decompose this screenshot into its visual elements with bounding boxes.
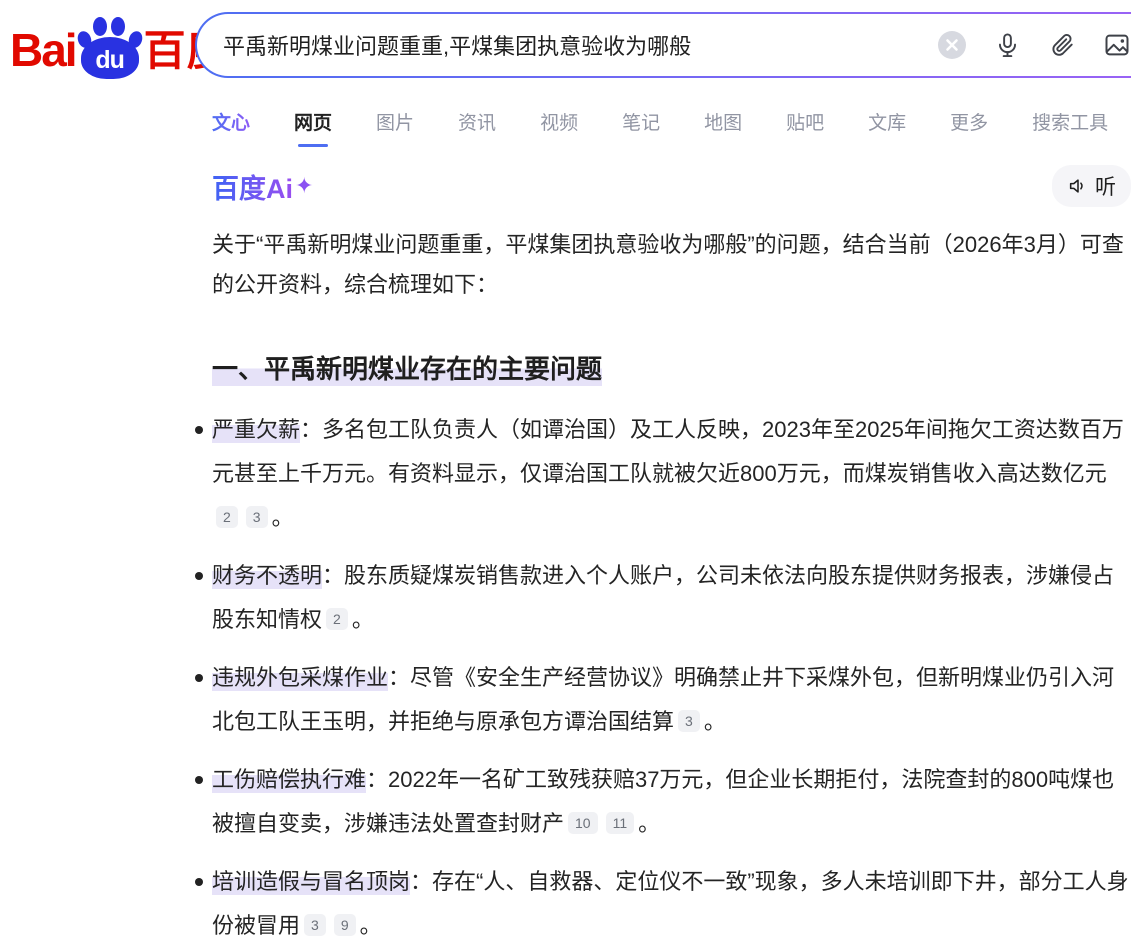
search-tab[interactable]: 网页: [294, 100, 332, 149]
clear-search-icon[interactable]: [937, 30, 967, 60]
attachment-icon[interactable]: [1047, 30, 1077, 60]
search-tab[interactable]: 贴吧: [786, 100, 824, 149]
search-tab[interactable]: 地图: [704, 100, 742, 149]
citation-badge[interactable]: 3: [304, 914, 326, 936]
issue-suffix: 。: [360, 913, 382, 938]
search-tab[interactable]: 资讯: [458, 100, 496, 149]
citation-badge[interactable]: 2: [326, 608, 348, 630]
search-tab[interactable]: 搜索工具: [1032, 100, 1108, 149]
issue-suffix: 。: [352, 607, 374, 632]
issue-list-item: 违规外包采煤作业：尽管《安全生产经营协议》明确禁止井下采煤外包，但新明煤业仍引入…: [212, 656, 1131, 744]
paw-pad-icon: du: [81, 37, 139, 79]
issue-text: ：多名包工队负责人（如谭治国）及工人反映，2023年至2025年间拖欠工资达数百…: [212, 417, 1124, 486]
answer-intro: 关于“平禹新明煤业问题重重，平煤集团执意验收为哪般”的问题，结合当前（2026年…: [212, 225, 1131, 305]
baidu-paw-icon: du: [77, 16, 143, 80]
citation-badge[interactable]: 3: [246, 506, 268, 528]
issue-list-item: 培训造假与冒名顶岗：存在“人、自救器、定位仪不一致”现象，多人未培训即下井，部分…: [212, 860, 1131, 948]
search-input[interactable]: [197, 32, 717, 58]
search-tabs: 文心网页图片资讯视频笔记地图贴吧文库更多搜索工具: [212, 100, 1131, 149]
issue-list: 严重欠薪：多名包工队负责人（如谭治国）及工人反映，2023年至2025年间拖欠工…: [212, 408, 1131, 948]
listen-label: 听: [1095, 171, 1116, 201]
issue-keyword: 财务不透明: [212, 563, 322, 589]
search-tab[interactable]: 笔记: [622, 100, 660, 149]
citation-badge[interactable]: 9: [334, 914, 356, 936]
search-box: [195, 12, 1131, 78]
search-tab[interactable]: 图片: [376, 100, 414, 149]
issue-suffix: 。: [704, 709, 726, 734]
ai-answer-header: 百度Ai ✦ 听: [212, 165, 1131, 207]
citation-group: 2: [322, 607, 352, 632]
issue-list-item: 工伤赔偿执行难：2022年一名矿工致残获赔37万元，但企业长期拒付，法院查封的8…: [212, 758, 1131, 846]
search-box-inner: [197, 14, 1131, 76]
listen-button[interactable]: 听: [1052, 165, 1131, 207]
logo-text-bai: Bai: [10, 20, 76, 80]
issue-keyword: 违规外包采煤作业: [212, 665, 388, 691]
ai-answer-panel: 百度Ai ✦ 听 关于“平禹新明煤业问题重重，平煤集团执意验收为哪般”的问题，结…: [0, 165, 1131, 948]
citation-group: 3: [674, 709, 704, 734]
paw-toe-icon: [111, 17, 125, 36]
section-title-text: 一、平禹新明煤业存在的主要问题: [212, 354, 602, 386]
citation-badge[interactable]: 11: [606, 812, 635, 834]
page-header: Bai du 百度: [0, 0, 1131, 94]
speaker-icon: [1067, 175, 1089, 197]
logo-text-du: du: [95, 42, 124, 75]
citation-badge[interactable]: 3: [678, 710, 700, 732]
voice-search-icon[interactable]: [992, 30, 1022, 60]
issue-keyword: 培训造假与冒名顶岗: [212, 869, 410, 895]
issue-keyword: 工伤赔偿执行难: [212, 767, 366, 793]
search-tab[interactable]: 文库: [868, 100, 906, 149]
image-search-icon[interactable]: [1102, 30, 1131, 60]
baidu-ai-logo[interactable]: 百度Ai ✦: [212, 167, 313, 206]
issue-suffix: 。: [638, 811, 660, 836]
issue-list-item: 严重欠薪：多名包工队负责人（如谭治国）及工人反映，2023年至2025年间拖欠工…: [212, 408, 1131, 540]
ai-brand-text: 百度Ai: [212, 167, 293, 206]
citation-group: 10 11: [564, 811, 638, 836]
issue-list-item: 财务不透明：股东质疑煤炭销售款进入个人账户，公司未依法向股东提供财务报表，涉嫌侵…: [212, 554, 1131, 642]
citation-badge[interactable]: 2: [216, 506, 238, 528]
search-tab[interactable]: 文心: [212, 100, 250, 149]
issue-suffix: 。: [272, 505, 294, 530]
citation-group: 23: [212, 505, 272, 530]
citation-badge[interactable]: 10: [568, 812, 598, 834]
search-tab[interactable]: 视频: [540, 100, 578, 149]
search-icons: [937, 14, 1131, 76]
section-title: 一、平禹新明煤业存在的主要问题: [212, 349, 1131, 386]
issue-keyword: 严重欠薪: [212, 417, 300, 443]
citation-group: 39: [300, 913, 360, 938]
sparkle-icon: ✦: [295, 173, 313, 199]
paw-toe-icon: [93, 17, 107, 36]
search-tab[interactable]: 更多: [950, 100, 988, 149]
